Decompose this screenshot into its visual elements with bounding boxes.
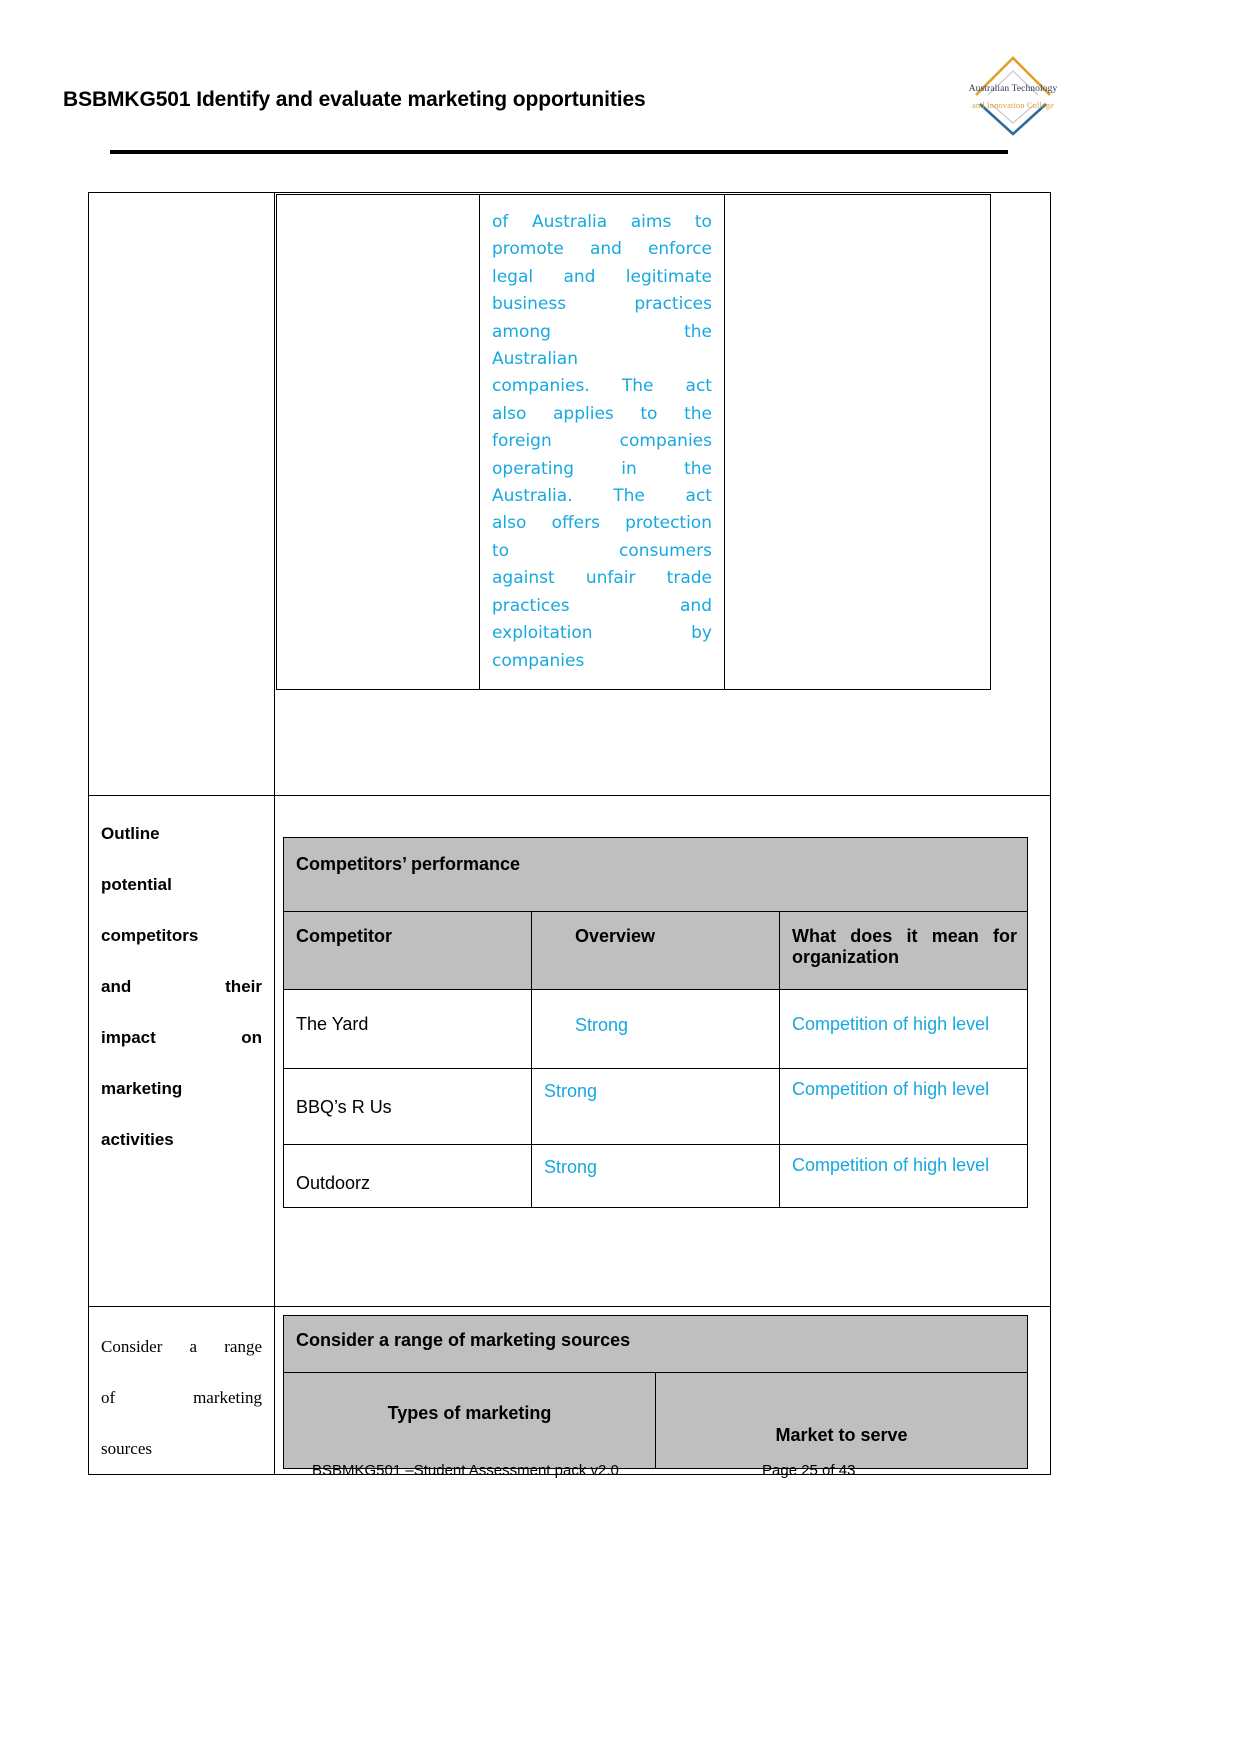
table-row: Competitors’ performance — [283, 836, 1028, 912]
footer-document-reference: BSBMKG501 –Student Assessment pack v2.0 — [312, 1462, 619, 1479]
table-row: of Australia aims to promote and enforce legal a… — [276, 194, 991, 690]
legislation-paragraph-line: operating in the — [492, 458, 712, 479]
assessment-outer-table: of Australia aims to promote and enforce legal a… — [88, 192, 1051, 1475]
column-header-impact-line1: What does it mean for — [792, 925, 1017, 946]
table-header-row: Types of marketing Market to serve — [283, 1371, 1028, 1469]
nested-cell-empty-left — [276, 194, 480, 690]
nested-cell-blue-text: of Australia aims to promote and enforce legal a… — [479, 194, 725, 690]
legislation-paragraph-line: legal and legitimate — [492, 266, 712, 287]
logo-diamond-icon — [975, 56, 1051, 136]
table-row: Outdoorz Strong Competition of high leve… — [283, 1143, 1028, 1208]
row1-right-cell: of Australia aims to promote and enforce legal a… — [274, 192, 1051, 796]
row2-left-cell: Outline potential competitors and their … — [88, 794, 275, 1307]
column-header-competitor-label: Competitor — [296, 925, 392, 946]
legislation-paragraph-line: promote and enforce — [492, 239, 712, 260]
competitors-task-label-line: and their — [101, 976, 262, 996]
column-header-impact-label: What does it mean for organization — [780, 912, 1027, 968]
column-header-types-of-marketing: Types of marketing — [283, 1371, 656, 1469]
competitors-task-label: Outline potential competitors and their … — [89, 796, 274, 1165]
table-row: Consider a range of marketing sources Co… — [88, 1305, 1051, 1475]
legislation-paragraph-line: companies — [492, 650, 585, 671]
nested-cell-empty-right — [724, 194, 991, 690]
legislation-paragraph-line: exploitation by — [492, 623, 712, 644]
legislation-paragraph-line: practices and — [492, 595, 712, 616]
competitor-name: The Yard — [296, 1013, 369, 1034]
table-row: The Yard Strong Competition of high leve… — [283, 988, 1028, 1069]
legislation-paragraph-line: of Australia aims to — [492, 212, 712, 232]
legislation-paragraph-line: also applies to the — [492, 403, 712, 424]
competitors-performance-table: Competitors’ performance Competitor Over… — [283, 836, 1028, 1208]
sources-task-label-line: of marketing — [101, 1387, 262, 1407]
competitors-task-label-line: impact on — [101, 1027, 262, 1047]
competitor-name: Outdoorz — [296, 1172, 371, 1193]
legislation-paragraph-line: to consumers — [492, 540, 712, 561]
cell-competitor-name: The Yard — [283, 988, 532, 1069]
impact-value: Competition of high level — [792, 1013, 990, 1034]
page-footer: BSBMKG501 –Student Assessment pack v2.0 … — [0, 1462, 1241, 1502]
overview-value: Strong — [544, 1156, 598, 1177]
competitor-name: BBQ’s R Us — [296, 1096, 392, 1117]
logo-line-2: and Innovation College — [972, 100, 1054, 110]
nested-legislation-table: of Australia aims to promote and enforce legal a… — [276, 194, 991, 690]
competitors-task-label-line: competitors — [101, 925, 199, 945]
competitors-task-label-line: potential — [101, 874, 172, 894]
competitors-task-label-line: marketing — [101, 1078, 183, 1098]
cell-impact: Competition of high level — [779, 1143, 1028, 1208]
sources-task-label: Consider a range of marketing sources — [89, 1307, 274, 1474]
row2-right-cell: Competitors’ performance Competitor Over… — [274, 794, 1051, 1307]
competitors-task-label-line: activities — [101, 1129, 174, 1149]
legislation-paragraph-line: Australia. The act — [492, 486, 712, 507]
competitors-task-label-line: Outline — [101, 823, 160, 843]
legislation-paragraph-line: companies. The act — [492, 376, 712, 397]
table-row: Outline potential competitors and their … — [88, 794, 1051, 1307]
page-title: BSBMKG501 Identify and evaluate marketin… — [63, 88, 646, 111]
legislation-paragraph-line: business practices — [492, 294, 712, 315]
overview-value: Strong — [575, 1014, 629, 1035]
legislation-paragraph-line: against unfair trade — [492, 568, 712, 589]
row3-left-cell: Consider a range of marketing sources — [88, 1305, 275, 1475]
legislation-paragraph-line: Australian — [492, 349, 578, 370]
cell-impact: Competition of high level — [779, 988, 1028, 1069]
sources-task-label-line: Consider a range — [101, 1336, 262, 1356]
column-header-impact-line2: organization — [792, 946, 899, 967]
legislation-paragraph-line: also offers protection — [492, 513, 712, 534]
row1-spacer — [275, 690, 1050, 795]
table-row: Consider a range of marketing sources — [283, 1314, 1028, 1373]
column-header-market-to-serve: Market to serve — [655, 1371, 1028, 1469]
competitors-table-title: Competitors’ performance — [296, 853, 521, 874]
cell-competitor-name: BBQ’s R Us — [283, 1067, 532, 1145]
sources-table-title: Consider a range of marketing sources — [296, 1329, 631, 1350]
header-divider — [110, 150, 1008, 154]
column-header-overview: Overview — [531, 910, 780, 990]
cell-competitor-name: Outdoorz — [283, 1143, 532, 1208]
cell-overview: Strong — [531, 1067, 780, 1145]
legislation-paragraph: of Australia aims to promote and enforce legal a… — [480, 195, 724, 689]
sources-table-title-cell: Consider a range of marketing sources — [283, 1314, 1028, 1373]
column-header-overview-label: Overview — [575, 925, 656, 946]
column-header-impact: What does it mean for organization — [779, 910, 1028, 990]
row3-right-cell: Consider a range of marketing sources Ty… — [274, 1305, 1051, 1475]
table-row: of Australia aims to promote and enforce legal a… — [88, 192, 1051, 796]
column-header-market-to-serve-label: Market to serve — [775, 1424, 908, 1445]
marketing-sources-table: Consider a range of marketing sources Ty… — [283, 1314, 1028, 1469]
cell-impact: Competition of high level — [779, 1067, 1028, 1145]
college-logo: Australian Technology and Innovation Col… — [958, 48, 1068, 140]
logo-line-1: Australian Technology — [968, 84, 1058, 94]
cell-overview: Strong — [531, 1143, 780, 1208]
row1-left-cell — [88, 192, 275, 796]
page-header: BSBMKG501 Identify and evaluate marketin… — [0, 0, 1241, 175]
table-row: BBQ’s R Us Strong Competition of high le… — [283, 1067, 1028, 1145]
legislation-paragraph-line: foreign companies — [492, 431, 712, 452]
footer-page-number: Page 25 of 43 — [762, 1462, 856, 1479]
column-header-types-of-marketing-label: Types of marketing — [387, 1402, 552, 1423]
legislation-paragraph-line: among the — [492, 321, 712, 342]
overview-value: Strong — [544, 1080, 598, 1101]
competitors-table-title-cell: Competitors’ performance — [283, 836, 1028, 912]
cell-overview: Strong — [531, 988, 780, 1069]
table-header-row: Competitor Overview What does it mean fo… — [283, 910, 1028, 990]
column-header-competitor: Competitor — [283, 910, 532, 990]
impact-value: Competition of high level — [792, 1154, 990, 1175]
impact-value: Competition of high level — [792, 1078, 990, 1099]
